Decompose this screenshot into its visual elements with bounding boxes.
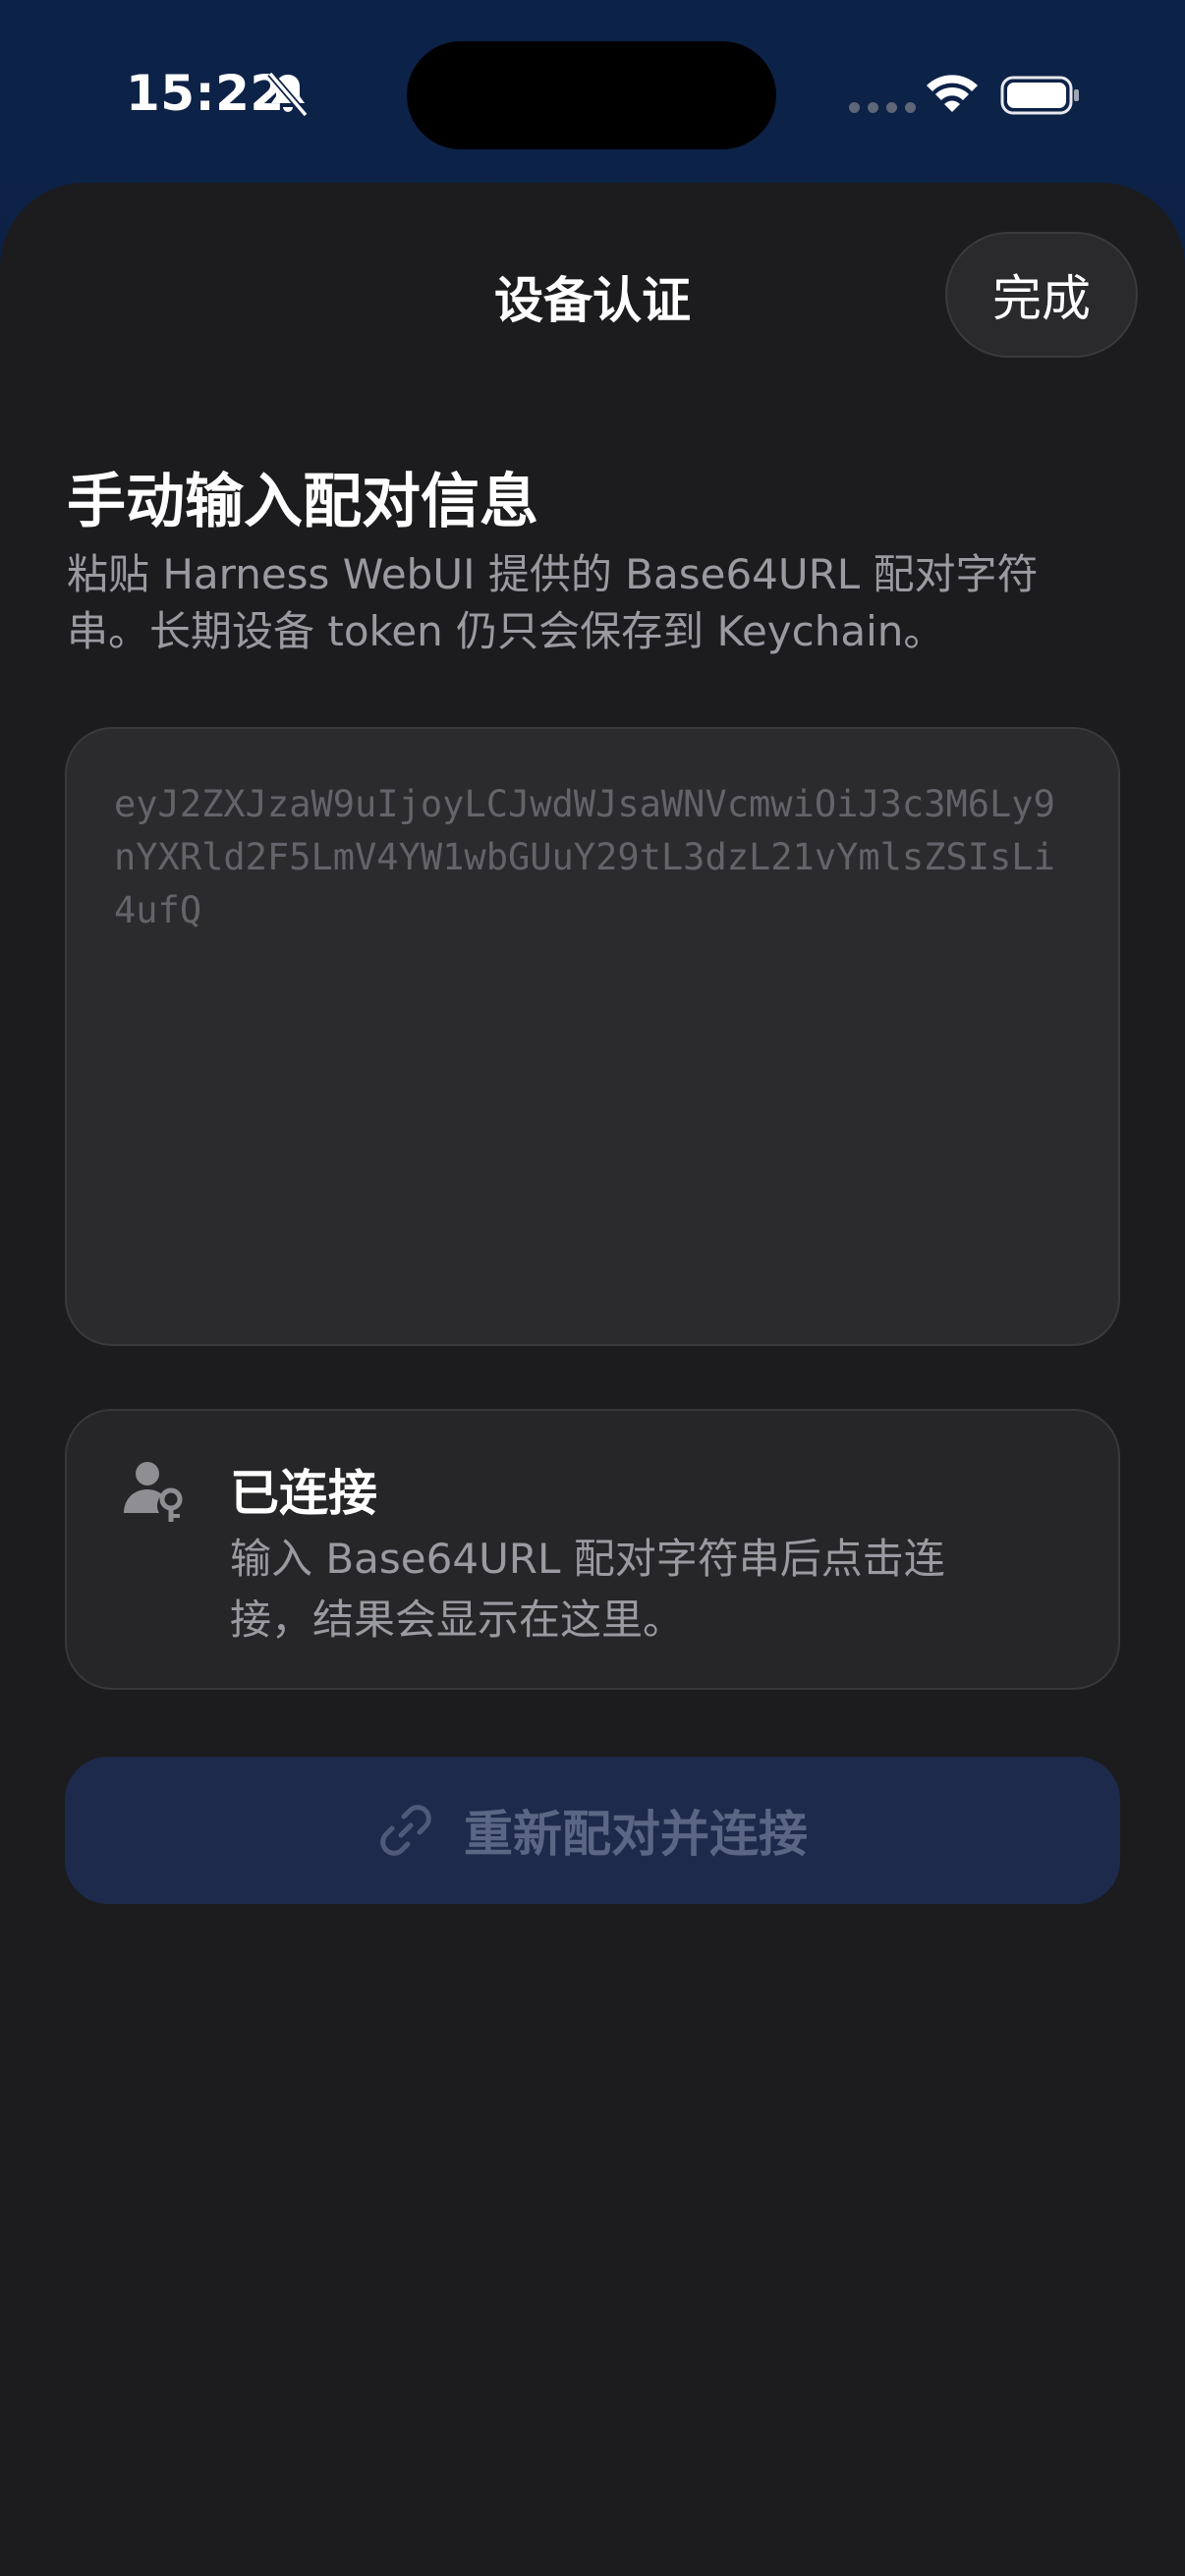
status-bar: 15:22: [0, 0, 1185, 187]
status-message: 输入 Base64URL 配对字符串后点击连接，结果会显示在这里。: [230, 1535, 945, 1644]
status-title: 已连接: [230, 1465, 377, 1522]
dynamic-island: [407, 41, 776, 149]
battery-icon: [1000, 76, 1079, 115]
bell-slash-icon: [267, 71, 309, 118]
repair-connect-button[interactable]: 重新配对并连接: [65, 1757, 1120, 1904]
cellular-icon: [849, 102, 916, 113]
person-key-icon: [124, 1462, 183, 1522]
auth-sheet: 设备认证 完成 手动输入配对信息 粘贴 Harness WebUI 提供的 Ba…: [0, 183, 1185, 2576]
status-time: 15:22: [126, 65, 285, 122]
pairing-string-input[interactable]: [67, 729, 1118, 1344]
connection-status-card: 已连接 输入 Base64URL 配对字符串后点击连接，结果会显示在这里。: [65, 1409, 1120, 1690]
pairing-input-container: [65, 727, 1120, 1346]
section-title: 手动输入配对信息: [67, 468, 538, 536]
done-button[interactable]: 完成: [945, 232, 1138, 358]
link-icon: [380, 1805, 431, 1856]
repair-connect-label: 重新配对并连接: [464, 1806, 808, 1863]
section-description: 粘贴 Harness WebUI 提供的 Base64URL 配对字符串。长期设…: [67, 550, 1039, 655]
wifi-icon: [927, 75, 978, 112]
screen: 15:22 设备认证 完成 手动输入配对信息 粘贴 Harness WebUI …: [0, 0, 1185, 2576]
